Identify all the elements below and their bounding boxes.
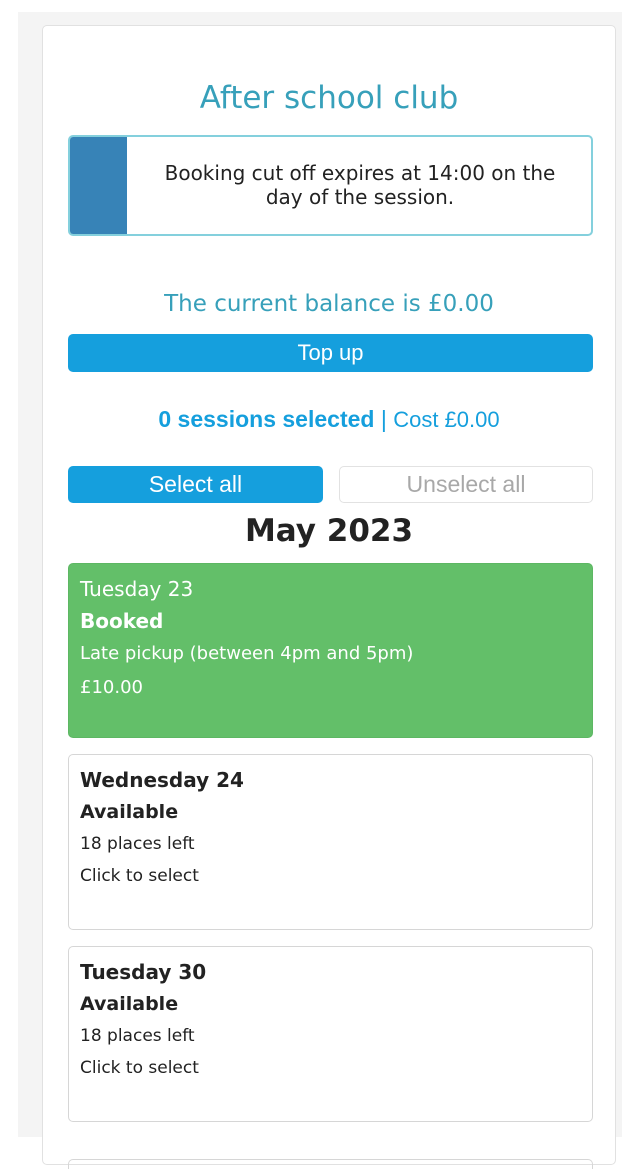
selection-cost: Cost £0.00 (393, 407, 500, 432)
page-title: After school club (199, 80, 459, 116)
session-day: Wednesday 24 (80, 768, 244, 792)
session-status: Available (80, 801, 179, 823)
session-card-available[interactable]: Tuesday 30 Available 18 places left Clic… (68, 946, 593, 1122)
session-places-left: 18 places left (80, 1026, 195, 1046)
session-detail: Late pickup (between 4pm and 5pm) (80, 643, 414, 664)
unselect-all-button[interactable]: Unselect all (339, 466, 593, 503)
booking-panel: After school club Booking cut off expire… (42, 25, 616, 1169)
session-card-available[interactable]: Wednesday 24 Available 18 places left Cl… (68, 754, 593, 930)
session-select-hint: Click to select (80, 1058, 199, 1078)
session-status: Booked (80, 609, 164, 633)
next-session-card-edge (68, 1159, 593, 1169)
session-day: Tuesday 30 (80, 960, 207, 984)
top-up-button[interactable]: Top up (68, 334, 593, 372)
notice-stripe (70, 137, 127, 234)
sessions-selected-count: 0 sessions selected (158, 406, 375, 432)
notice-text: Booking cut off expires at 14:00 on the … (164, 161, 556, 209)
session-day: Tuesday 23 (80, 577, 194, 601)
session-price: £10.00 (80, 677, 143, 698)
month-heading: May 2023 (244, 513, 414, 549)
selection-summary: 0 sessions selected | Cost £0.00 (43, 404, 615, 435)
select-all-button[interactable]: Select all (68, 466, 323, 503)
session-status: Available (80, 993, 179, 1015)
summary-separator: | (374, 406, 394, 432)
balance-text: The current balance is £0.00 (164, 291, 494, 317)
cutoff-notice: Booking cut off expires at 14:00 on the … (68, 135, 593, 236)
session-places-left: 18 places left (80, 834, 195, 854)
session-select-hint: Click to select (80, 866, 199, 886)
session-card-booked[interactable]: Tuesday 23 Booked Late pickup (between 4… (68, 563, 593, 738)
